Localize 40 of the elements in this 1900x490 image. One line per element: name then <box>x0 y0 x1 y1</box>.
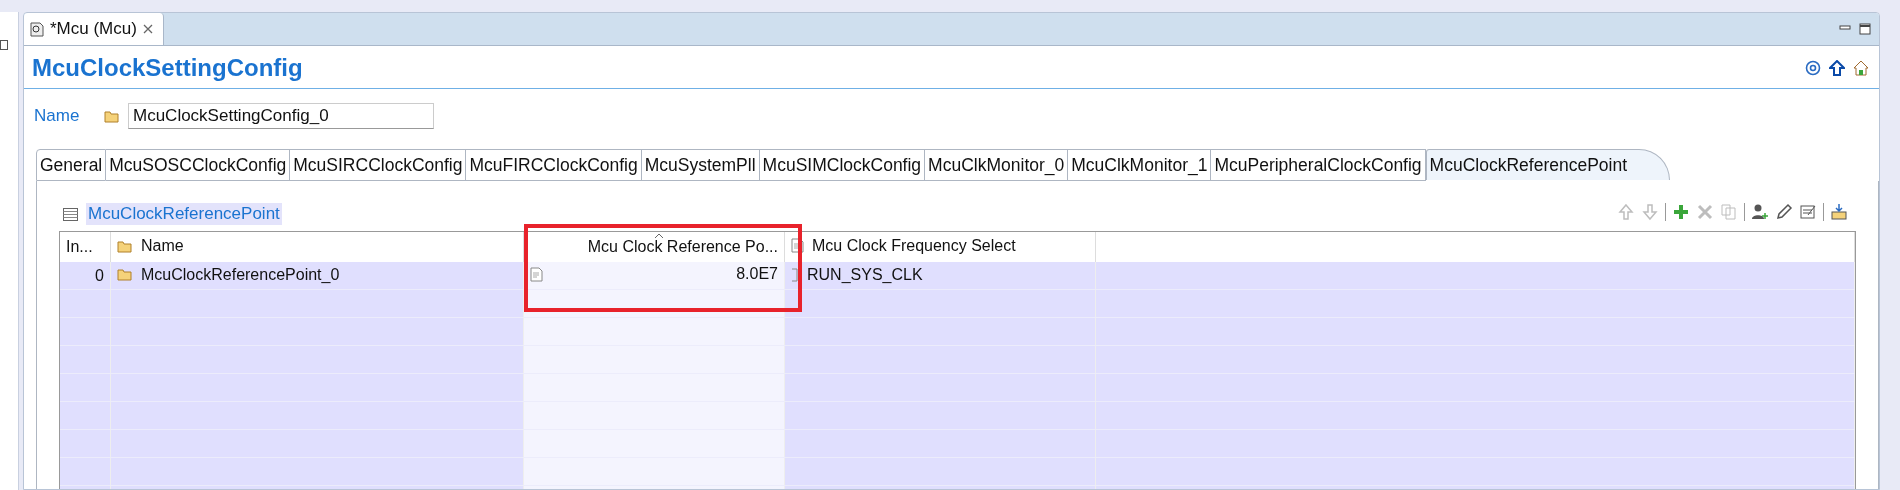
value-icon <box>530 266 543 282</box>
minimize-icon[interactable] <box>1839 23 1851 33</box>
config-tab[interactable]: McuFIRCClockConfig <box>466 149 642 181</box>
page-title: McuClockSettingConfig <box>32 54 303 82</box>
maximize-icon[interactable] <box>1859 23 1871 35</box>
config-tab[interactable]: McuSystemPll <box>641 149 760 181</box>
up-arrow-icon[interactable] <box>1829 60 1845 76</box>
name-field[interactable]: McuClockSettingConfig_0 <box>128 103 434 129</box>
config-tab[interactable]: McuSIRCClockConfig <box>290 149 467 181</box>
table-icon <box>63 207 78 221</box>
config-tab[interactable]: McuSOSCClockConfig <box>106 149 291 181</box>
import-icon[interactable] <box>1830 203 1848 221</box>
config-tab[interactable]: McuClkMonitor_1 <box>1068 149 1212 181</box>
config-tab[interactable]: McuClkMonitor_0 <box>925 149 1069 181</box>
close-icon[interactable] <box>142 24 153 34</box>
document-icon <box>791 238 804 254</box>
config-tab[interactable]: McuSIMClockConfig <box>759 149 926 181</box>
edit-table-icon[interactable] <box>1799 203 1817 221</box>
config-tab[interactable]: McuClockReferencePoint <box>1425 149 1671 180</box>
home-icon[interactable] <box>1853 60 1869 76</box>
config-tab[interactable]: General <box>36 149 107 181</box>
user-icon[interactable] <box>1751 203 1769 221</box>
reference-point-cell[interactable]: 8.0E7 <box>736 265 778 284</box>
column-header-label: Mcu Clock Frequency Select <box>812 236 1016 255</box>
section-title: McuClockReferencePoint <box>86 203 282 225</box>
editor-tab-label: *Mcu (Mcu) <box>50 19 137 39</box>
folder-icon <box>117 239 133 253</box>
link-icon <box>791 267 799 282</box>
sort-caret-icon <box>654 233 664 239</box>
folder-icon <box>104 109 120 123</box>
index-cell: 0 <box>60 262 111 290</box>
add-icon[interactable] <box>1672 203 1690 221</box>
config-tab[interactable]: McuPeripheralClockConfig <box>1211 149 1426 181</box>
name-label: Name <box>34 106 81 126</box>
folder-icon <box>117 268 133 282</box>
editor-tab[interactable]: *Mcu (Mcu) <box>24 13 164 45</box>
column-header-label: Name <box>141 237 184 256</box>
panel-icon[interactable] <box>0 40 8 50</box>
config-file-icon <box>30 21 44 37</box>
pencil-icon[interactable] <box>1775 203 1793 221</box>
